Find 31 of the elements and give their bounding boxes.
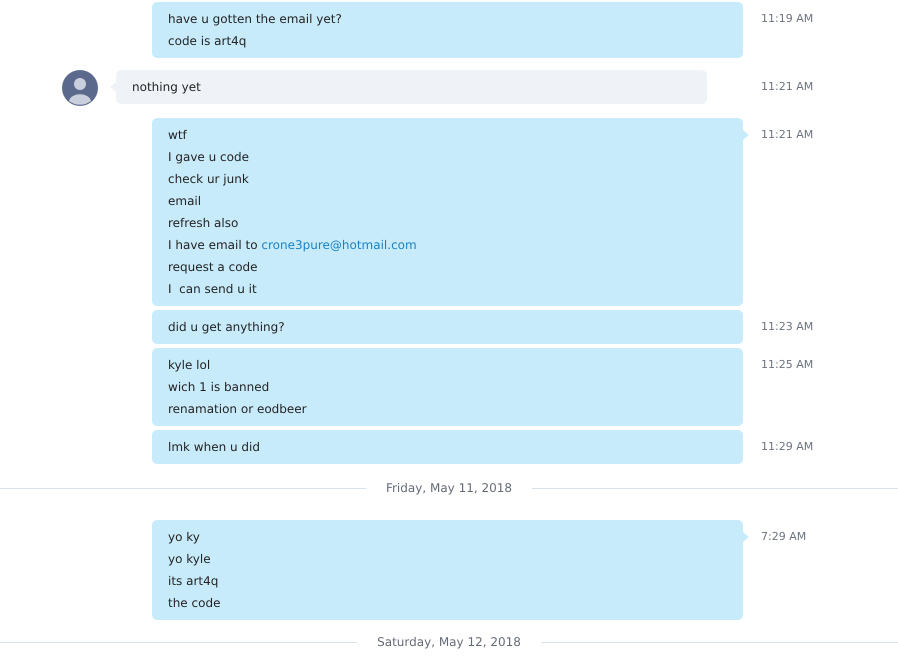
message-text: did u get anything? <box>168 320 285 334</box>
message-text: request a code <box>168 260 258 274</box>
date-separator: Friday, May 11, 2018 <box>384 481 514 495</box>
message-text: wich 1 is banned <box>168 380 270 394</box>
avatar-icon[interactable] <box>62 70 98 106</box>
message-time: 7:29 AM <box>761 530 806 543</box>
message-text: email <box>168 194 202 208</box>
message-text: kyle lol <box>168 358 210 372</box>
message-text: refresh also <box>168 216 238 230</box>
message-text: its art4q <box>168 574 218 588</box>
message-text: I gave u code <box>168 150 249 164</box>
message-text: code is art4q <box>168 34 246 48</box>
message-text: yo ky <box>168 530 200 544</box>
message-text: I can send u it <box>168 282 257 296</box>
message-text: nothing yet <box>132 80 201 94</box>
message-text: I have email to crone3pure@hotmail.com <box>168 238 417 252</box>
message-text: lmk when u did <box>168 440 260 454</box>
message-text: check ur junk <box>168 172 249 186</box>
email-link[interactable]: crone3pure@hotmail.com <box>261 238 417 252</box>
message-time: 11:21 AM <box>761 128 814 141</box>
message-time: 11:19 AM <box>761 12 814 25</box>
message-time: 11:29 AM <box>761 440 814 453</box>
message-text: the code <box>168 596 220 610</box>
date-separator: Saturday, May 12, 2018 <box>376 635 522 649</box>
message-time: 11:21 AM <box>761 80 814 93</box>
message-time: 11:25 AM <box>761 358 814 371</box>
message-text: wtf <box>168 128 187 142</box>
message-text: yo kyle <box>168 552 211 566</box>
message-text: have u gotten the email yet? <box>168 12 342 26</box>
message-time: 11:23 AM <box>761 320 814 333</box>
message-text: renamation or eodbeer <box>168 402 307 416</box>
